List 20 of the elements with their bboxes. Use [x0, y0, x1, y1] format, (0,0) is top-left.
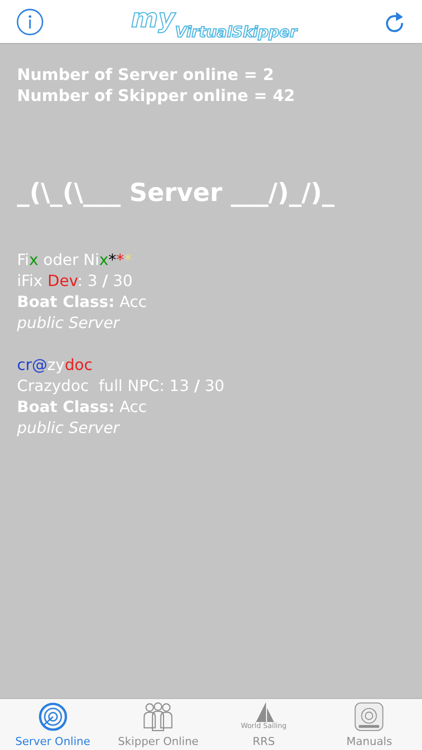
app-icon	[353, 702, 386, 732]
tab[interactable]: Skipper Online	[106, 699, 211, 750]
info-button[interactable]	[16, 8, 44, 36]
boat-class-text: Boat Class: Acc	[17, 292, 148, 312]
stat-text: Number of Server online = 2	[17, 64, 276, 85]
refresh-button[interactable]	[384, 9, 406, 34]
tab[interactable]: Server Online	[0, 699, 106, 750]
tab[interactable]: Manuals	[316, 699, 422, 750]
radar-icon	[36, 702, 69, 732]
logo-text: my	[130, 6, 176, 32]
access-text: public Server	[17, 312, 122, 334]
server-name: Fix oder Nix***	[17, 250, 133, 270]
server-name: cr@zydoc	[17, 354, 94, 376]
section-title: _(\_(\___ Server ___/)_/)_	[17, 177, 336, 209]
access-text: public Server	[17, 418, 122, 438]
logo-text: VirtualSkipper	[175, 24, 297, 40]
server-info: iFix Dev: 3 / 30	[17, 270, 134, 292]
server-info: Crazydoc full NPC: 13 / 30	[17, 376, 226, 396]
stat-text: Number of Skipper online = 42	[17, 85, 296, 106]
boat-class-text: Boat Class: Acc	[17, 396, 148, 418]
